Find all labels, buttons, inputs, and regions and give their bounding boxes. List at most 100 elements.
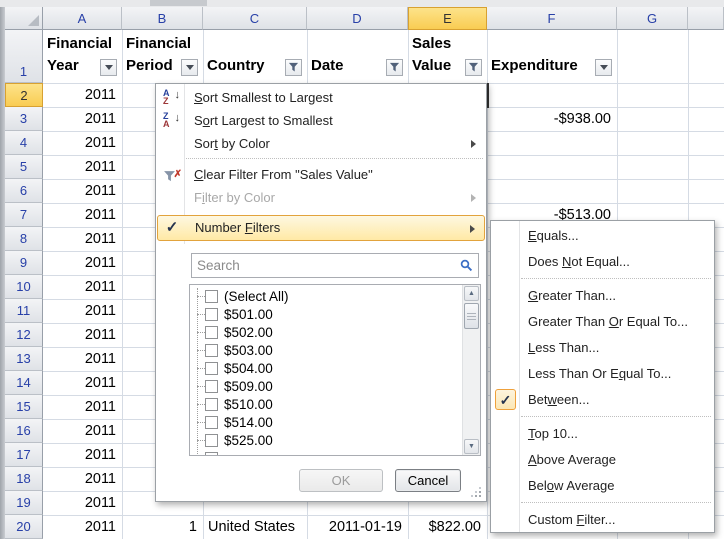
checkbox[interactable] [205,380,218,393]
row-header-13[interactable]: 13 [5,347,43,371]
row-header-15[interactable]: 15 [5,395,43,419]
filter-value-item[interactable]: (Select All) [192,287,442,305]
cell-F3[interactable]: -$938.00 [487,107,617,131]
checkbox[interactable] [205,398,218,411]
submenu-item-greater-than[interactable]: Greater Than... [492,283,713,309]
filter-value-item[interactable]: $501.00 [192,305,442,323]
column-header-B[interactable]: B [122,7,203,30]
row-header-2[interactable]: 2 [5,83,43,107]
row-header-9[interactable]: 9 [5,251,43,275]
row-header-3[interactable]: 3 [5,107,43,131]
cell-A13[interactable]: 2011 [43,347,122,371]
column-header-G[interactable]: G [617,7,688,30]
cell-B20[interactable]: 1 [122,515,203,539]
cell-A10[interactable]: 2011 [43,275,122,299]
checkbox[interactable] [205,344,218,357]
filter-value-item[interactable]: $514.00 [192,413,442,431]
submenu-item-below-average[interactable]: Below Average [492,473,713,499]
row-header-11[interactable]: 11 [5,299,43,323]
cell-A15[interactable]: 2011 [43,395,122,419]
cell-A19[interactable]: 2011 [43,491,122,515]
row-header-18[interactable]: 18 [5,467,43,491]
checkbox[interactable] [205,434,218,447]
menu-item-filter-by-color[interactable]: Filter by Color [157,186,485,209]
filter-value-item[interactable]: $509.00 [192,377,442,395]
row-header-20[interactable]: 20 [5,515,43,539]
column-header-C[interactable]: C [203,7,307,30]
row-header-4[interactable]: 4 [5,131,43,155]
submenu-item-does-not-equal[interactable]: Does Not Equal... [492,249,713,275]
submenu-item-equals[interactable]: Equals... [492,223,713,249]
filter-button-expenditure[interactable] [595,59,612,76]
submenu-item-less-than-or-equal-to[interactable]: Less Than Or Equal To... [492,361,713,387]
cell-A7[interactable]: 2011 [43,203,122,227]
submenu-item-above-average[interactable]: Above Average [492,447,713,473]
menu-item-clear-filter-from-sales-value[interactable]: ✗Clear Filter From "Sales Value" [157,163,485,186]
column-header-A[interactable]: A [43,7,122,30]
search-input[interactable] [192,258,460,273]
select-all-corner[interactable] [5,7,43,30]
scroll-down-button[interactable]: ▼ [464,439,479,454]
filter-value-item[interactable]: $502.00 [192,323,442,341]
column-header-E[interactable]: E [408,7,487,30]
menu-item-sort-largest-to-smallest[interactable]: ZA↓Sort Largest to Smallest [157,109,485,132]
submenu-item-custom-filter[interactable]: Custom Filter... [492,507,713,533]
checkbox[interactable] [205,362,218,375]
submenu-item-between[interactable]: ✓Between... [492,387,713,413]
scroll-thumb[interactable] [464,303,479,329]
submenu-item-top-10[interactable]: Top 10... [492,421,713,447]
cell-A8[interactable]: 2011 [43,227,122,251]
filter-button-country[interactable] [285,59,302,76]
checkbox[interactable] [205,326,218,339]
cell-A6[interactable]: 2011 [43,179,122,203]
cell-E20[interactable]: $822.00 [408,515,487,539]
row-header-12[interactable]: 12 [5,323,43,347]
checkbox[interactable] [205,308,218,321]
row-header-6[interactable]: 6 [5,179,43,203]
menu-item-sort-by-color[interactable]: Sort by Color [157,132,485,155]
cell-A3[interactable]: 2011 [43,107,122,131]
column-header-partial[interactable] [688,7,724,30]
column-header-D[interactable]: D [307,7,408,30]
cell-D20[interactable]: 2011-01-19 [307,515,408,539]
row-header-17[interactable]: 17 [5,443,43,467]
cell-A12[interactable]: 2011 [43,323,122,347]
filter-values-list[interactable]: (Select All)$501.00$502.00$503.00$504.00… [189,284,481,456]
cell-A9[interactable]: 2011 [43,251,122,275]
list-scrollbar[interactable]: ▲ ▼ [462,285,480,455]
cell-A5[interactable]: 2011 [43,155,122,179]
cell-A17[interactable]: 2011 [43,443,122,467]
row-header-10[interactable]: 10 [5,275,43,299]
filter-value-item[interactable]: $504.00 [192,359,442,377]
cell-A11[interactable]: 2011 [43,299,122,323]
row-header-7[interactable]: 7 [5,203,43,227]
menu-item-sort-smallest-to-largest[interactable]: AZ↓Sort Smallest to Largest [157,86,485,109]
cell-A20[interactable]: 2011 [43,515,122,539]
cell-C20[interactable]: United States [203,515,307,539]
row-header-16[interactable]: 16 [5,419,43,443]
filter-value-item[interactable]: $503.00 [192,341,442,359]
filter-value-item[interactable]: $525.00 [192,431,442,449]
submenu-item-less-than[interactable]: Less Than... [492,335,713,361]
scroll-up-button[interactable]: ▲ [464,286,479,301]
filter-value-item[interactable]: $510.00 [192,395,442,413]
checkbox[interactable] [205,416,218,429]
cell-A18[interactable]: 2011 [43,467,122,491]
resize-grip[interactable] [470,486,482,498]
filter-button-sales-value[interactable] [465,59,482,76]
filter-button-financial-year[interactable] [100,59,117,76]
filter-button-date[interactable] [386,59,403,76]
row-header-1[interactable]: 1 [5,30,43,83]
cell-A14[interactable]: 2011 [43,371,122,395]
menu-item-number-filters[interactable]: ✓Number Filters [157,215,485,241]
ok-button[interactable]: OK [299,469,383,492]
cell-A16[interactable]: 2011 [43,419,122,443]
row-header-19[interactable]: 19 [5,491,43,515]
row-header-14[interactable]: 14 [5,371,43,395]
row-header-5[interactable]: 5 [5,155,43,179]
filter-button-financial-period[interactable] [181,59,198,76]
submenu-item-greater-than-or-equal-to[interactable]: Greater Than Or Equal To... [492,309,713,335]
cancel-button[interactable]: Cancel [395,469,461,492]
checkbox[interactable] [205,290,218,303]
column-header-F[interactable]: F [487,7,617,30]
